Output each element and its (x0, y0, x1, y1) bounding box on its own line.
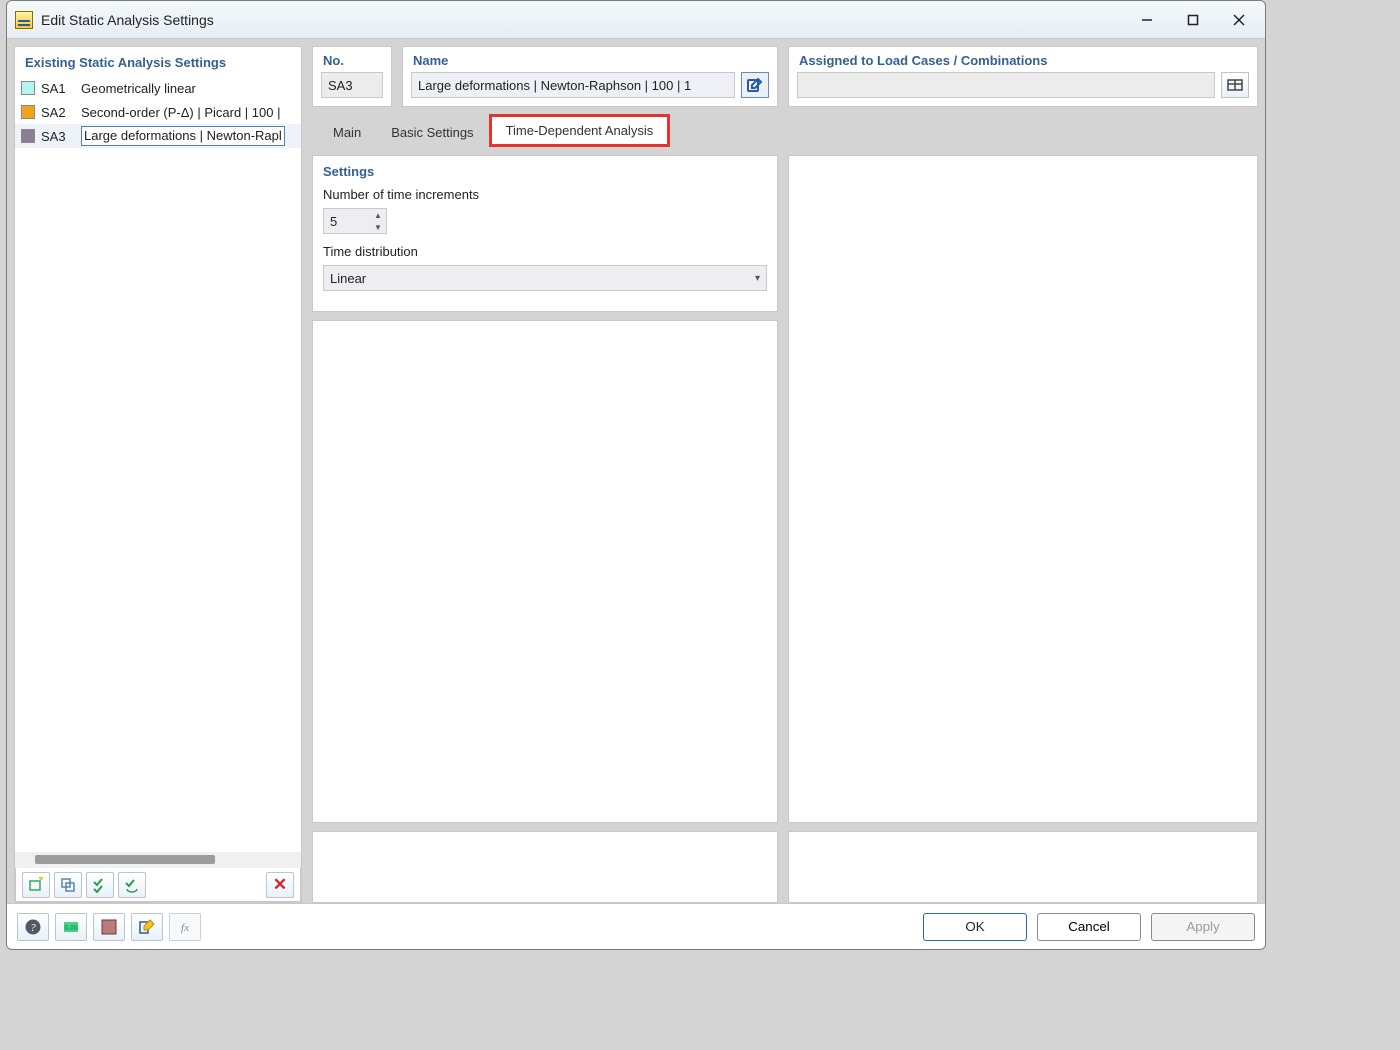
spinner-down-icon[interactable]: ▼ (370, 221, 386, 233)
color-swatch (21, 105, 35, 119)
settings-title: Settings (313, 156, 777, 185)
settings-card: Settings Number of time increments 5 ▲ ▼ (312, 155, 778, 312)
name-label: Name (403, 47, 777, 72)
distribution-select[interactable]: Linear ▾ (323, 265, 767, 291)
name-card: Name Large deformations | Newton-Raphson… (402, 46, 778, 107)
left-toolbar: ✕ (15, 868, 301, 902)
assigned-card: Assigned to Load Cases / Combinations (788, 46, 1258, 107)
assign-browse-button[interactable] (1221, 72, 1249, 98)
no-card: No. SA3 (312, 46, 392, 107)
new-item-button[interactable] (22, 872, 50, 898)
list-item-id: SA1 (41, 81, 75, 96)
tab-basic-settings[interactable]: Basic Settings (376, 118, 488, 147)
blank-panel-left (312, 320, 778, 823)
increments-value: 5 (324, 214, 370, 229)
short-panel-right (788, 831, 1258, 903)
no-label: No. (313, 47, 391, 72)
delete-item-button[interactable]: ✕ (266, 872, 294, 898)
maximize-button[interactable] (1171, 5, 1215, 35)
svg-text:0,00: 0,00 (64, 925, 78, 932)
check-all-button[interactable] (86, 872, 114, 898)
blank-panel-right (788, 155, 1258, 823)
color-swatch (21, 129, 35, 143)
ok-button[interactable]: OK (923, 913, 1027, 941)
help-button[interactable]: ? (17, 913, 49, 941)
footer-bar: ? 0,00 fx OK Cancel Apply (7, 903, 1265, 949)
list-item-id: SA3 (41, 129, 75, 144)
list-item-id: SA2 (41, 105, 75, 120)
titlebar: Edit Static Analysis Settings (7, 1, 1265, 39)
scrollbar-thumb[interactable] (35, 855, 215, 864)
chevron-down-icon: ▾ (755, 273, 760, 284)
assigned-field[interactable] (797, 72, 1215, 98)
rename-edit-button[interactable] (131, 913, 163, 941)
apply-button[interactable]: Apply (1151, 913, 1255, 941)
assigned-label: Assigned to Load Cases / Combinations (789, 47, 1257, 72)
no-field[interactable]: SA3 (321, 72, 383, 98)
list-item-label: Second-order (P-Δ) | Picard | 100 | (81, 105, 280, 120)
copy-item-button[interactable] (54, 872, 82, 898)
edit-name-button[interactable] (741, 72, 769, 98)
tab-main[interactable]: Main (318, 118, 376, 147)
spinner-up-icon[interactable]: ▲ (370, 209, 386, 221)
cancel-button[interactable]: Cancel (1037, 913, 1141, 941)
window-title: Edit Static Analysis Settings (41, 12, 214, 28)
settings-list[interactable]: SA1 Geometrically linear SA2 Second-orde… (15, 76, 301, 852)
fx-button[interactable]: fx (169, 913, 201, 941)
left-panel-header: Existing Static Analysis Settings (15, 47, 301, 76)
dialog-window: Edit Static Analysis Settings Existing S… (6, 0, 1266, 950)
app-icon (15, 11, 33, 29)
list-item-label: Geometrically linear (81, 81, 196, 96)
color-swatch (21, 81, 35, 95)
close-button[interactable] (1217, 5, 1261, 35)
list-item-label: Large deformations | Newton-Rapl (81, 126, 285, 146)
minimize-button[interactable] (1125, 5, 1169, 35)
header-row: No. SA3 Name Large deformations | Newton… (312, 46, 1258, 107)
list-item-sa2[interactable]: SA2 Second-order (P-Δ) | Picard | 100 | (15, 100, 301, 124)
short-panel-left (312, 831, 778, 903)
name-field[interactable]: Large deformations | Newton-Raphson | 10… (411, 72, 735, 98)
list-item-sa3[interactable]: SA3 Large deformations | Newton-Rapl (15, 124, 301, 148)
list-item-sa1[interactable]: SA1 Geometrically linear (15, 76, 301, 100)
svg-text:?: ? (30, 922, 36, 934)
tabs: Main Basic Settings Time-Dependent Analy… (312, 115, 1258, 147)
distribution-label: Time distribution (323, 244, 767, 259)
horizontal-scrollbar[interactable] (15, 852, 301, 868)
refresh-check-button[interactable] (118, 872, 146, 898)
distribution-value: Linear (330, 271, 366, 286)
tab-time-dependent-analysis[interactable]: Time-Dependent Analysis (489, 114, 671, 147)
increments-spinner[interactable]: 5 ▲ ▼ (323, 208, 387, 234)
increments-label: Number of time increments (323, 187, 767, 202)
color-swatch-button[interactable] (93, 913, 125, 941)
units-button[interactable]: 0,00 (55, 913, 87, 941)
svg-text:fx: fx (181, 922, 189, 934)
left-panel: Existing Static Analysis Settings SA1 Ge… (14, 46, 302, 903)
